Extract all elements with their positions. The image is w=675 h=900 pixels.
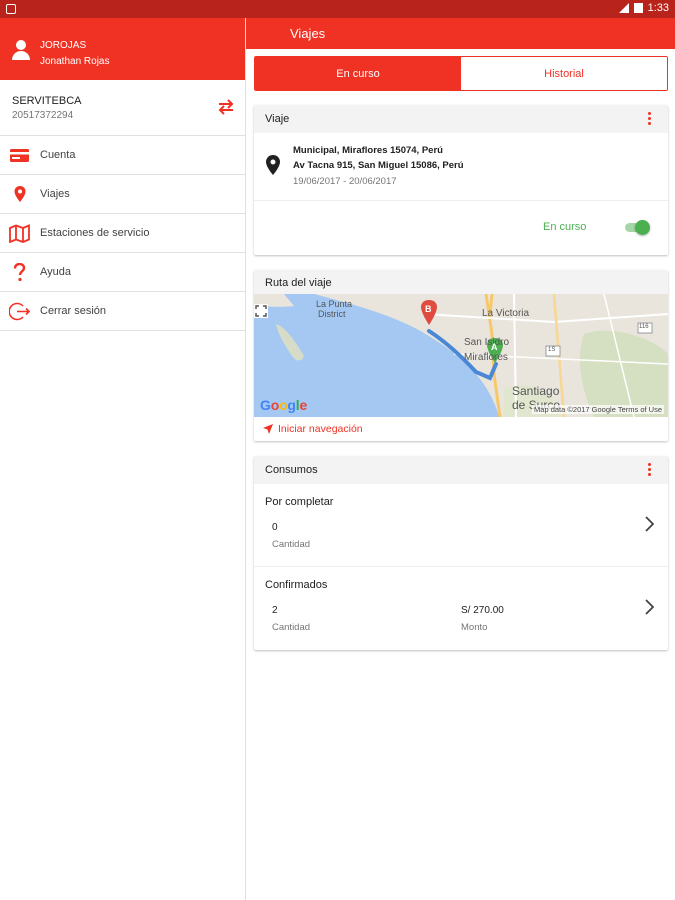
sidebar-item-viajes[interactable]: Viajes [0,175,245,214]
google-logo: Google [260,397,308,413]
navigation-arrow-icon [263,424,273,434]
company-selector[interactable]: SERVITEBCA 20517372294 [0,80,245,136]
pending-quantity-label: Cantidad [272,539,311,550]
tab-bar: En curso Historial [254,56,668,91]
sidebar-item-label: Cerrar sesión [40,305,107,317]
company-name: SERVITEBCA [12,95,82,107]
status-time: 1:33 [647,2,669,14]
pending-quantity-value: 0 [272,522,278,533]
trip-destination: Av Tacna 915, San Miguel 15086, Perú [293,160,464,171]
place-icon [266,155,280,175]
route-map[interactable]: La Punta District La Victoria San Isidro… [254,294,668,417]
tab-historial[interactable]: Historial [461,57,667,90]
tab-en-curso[interactable]: En curso [255,57,461,90]
confirmed-quantity-label: Cantidad [272,622,311,633]
pending-title: Por completar [265,496,334,508]
route-card: Ruta del viaje La Punta District La Vict… [254,270,668,441]
route-card-title: Ruta del viaje [265,277,332,289]
notification-icon [6,4,16,14]
signal-icon [618,3,629,13]
more-vert-icon[interactable] [648,112,652,128]
map-label-la-victoria: La Victoria [482,308,530,319]
map-label-district: District [318,309,346,319]
map-icon [9,224,30,243]
trip-status-row: En curso [254,201,668,255]
confirmed-quantity-value: 2 [272,605,278,616]
swap-icon[interactable] [217,98,235,116]
sidebar-item-label: Estaciones de servicio [40,227,150,239]
user-fullname: Jonathan Rojas [40,56,110,67]
trip-card-header: Viaje [254,105,668,133]
credit-card-icon [10,149,29,162]
start-navigation-label: Iniciar navegación [278,423,363,435]
road-shield-1s: 1S [548,347,556,353]
logout-icon [9,302,31,321]
sidebar-item-label: Cuenta [40,149,76,161]
page-title: Viajes [290,26,326,41]
confirmed-amount-label: Monto [461,622,488,633]
map-label-santiago: Santiago [512,384,560,398]
more-vert-icon[interactable] [648,463,652,479]
start-navigation-link[interactable]: Iniciar navegación [254,417,668,441]
consumos-card-header: Consumos [254,456,668,484]
trip-origin: Municipal, Miraflores 15074, Perú [293,145,443,156]
confirmed-title: Confirmados [265,579,328,591]
consumos-card: Consumos Por completar 0 Cantidad Confir… [254,456,668,650]
trip-details[interactable]: Municipal, Miraflores 15074, Perú Av Tac… [254,133,668,201]
trip-status-toggle[interactable] [623,218,651,236]
marker-b-label: B [425,304,432,314]
sidebar-item-cerrar-sesion[interactable]: Cerrar sesión [0,292,245,331]
sidebar-item-estaciones[interactable]: Estaciones de servicio [0,214,245,253]
marker-a-label: A [491,342,498,352]
navigation-drawer: JOROJAS Jonathan Rojas SERVITEBCA 205173… [0,18,246,900]
road-shield-116: 116 [639,324,649,330]
trip-card: Viaje Municipal, Miraflores 15074, Perú … [254,105,668,255]
sidebar-item-label: Viajes [40,188,70,200]
location-pin-icon [14,186,26,202]
consumos-confirmed-row[interactable]: Confirmados 2 Cantidad S/ 270.00 Monto [254,567,668,650]
confirmed-amount-value: S/ 270.00 [461,605,504,616]
username: JOROJAS [40,40,87,51]
trip-status-label: En curso [543,221,587,233]
consumos-card-title: Consumos [265,464,318,476]
chevron-right-icon [645,516,654,532]
sidebar-item-ayuda[interactable]: Ayuda [0,253,245,292]
route-card-header: Ruta del viaje [254,270,668,294]
battery-icon [633,3,643,13]
sidebar-item-cuenta[interactable]: Cuenta [0,136,245,175]
map-label-miraflores: Miraflores [464,352,508,363]
map-label-la-punta: La Punta [316,299,353,309]
sidebar-item-label: Ayuda [40,266,71,278]
company-ruc: 20517372294 [12,110,74,121]
app-bar: Viajes [246,18,675,49]
map-canvas [254,294,668,417]
fullscreen-icon[interactable] [254,304,268,318]
chevron-right-icon [645,599,654,615]
question-icon [13,263,26,282]
user-avatar-icon [12,40,30,60]
drawer-header: JOROJAS Jonathan Rojas [0,18,245,80]
trip-dates: 19/06/2017 - 20/06/2017 [293,176,397,187]
consumos-pending-row[interactable]: Por completar 0 Cantidad [254,484,668,567]
trip-card-title: Viaje [265,113,290,125]
map-attribution[interactable]: Map data ©2017 Google Terms of Use [532,405,664,414]
status-bar: 1:33 [0,0,675,18]
map-label-san-isidro: San Isidro [464,337,510,348]
